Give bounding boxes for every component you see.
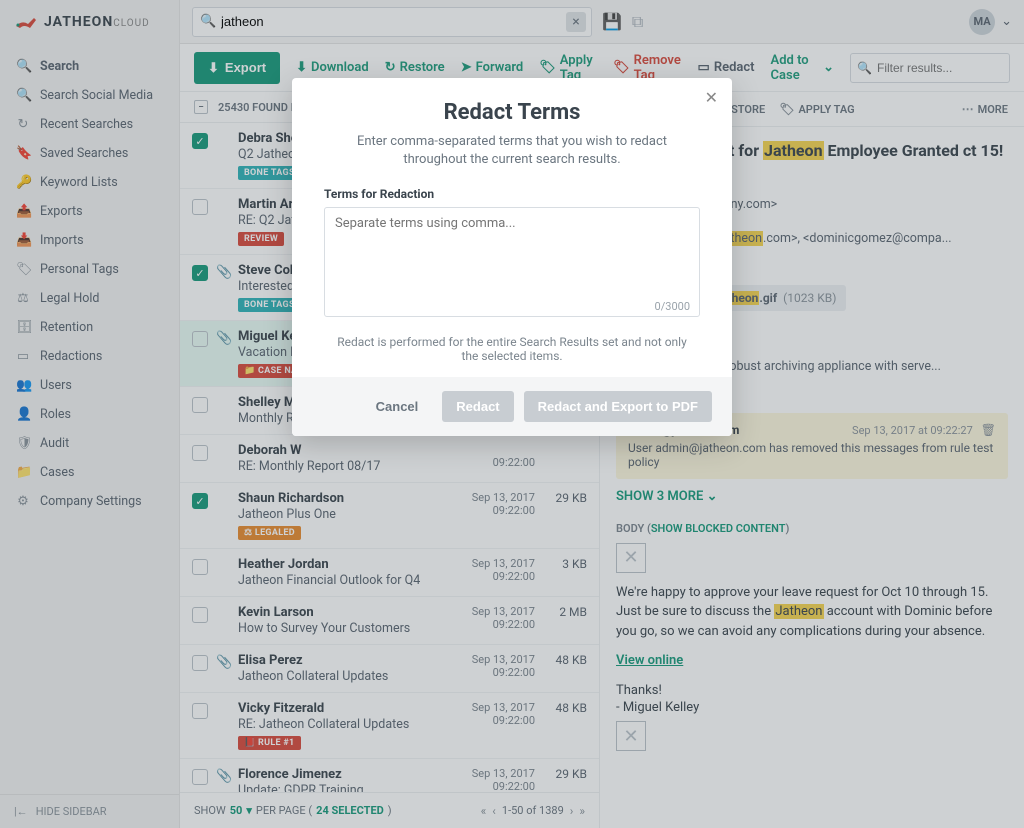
modal-close-icon[interactable]: ✕ (705, 88, 718, 107)
char-count: 0/3000 (655, 300, 690, 313)
redact-button[interactable]: Redact (442, 391, 513, 422)
modal-actions: Cancel Redact Redact and Export to PDF (292, 377, 732, 436)
redact-modal: ✕ Redact Terms Enter comma-separated ter… (292, 78, 732, 436)
modal-title: Redact Terms (324, 100, 700, 125)
modal-note: Redact is performed for the entire Searc… (292, 321, 732, 377)
modal-subtitle: Enter comma-separated terms that you wis… (324, 133, 700, 169)
terms-textarea[interactable] (324, 207, 700, 317)
modal-overlay[interactable]: ✕ Redact Terms Enter comma-separated ter… (0, 0, 1024, 828)
cancel-button[interactable]: Cancel (362, 391, 433, 422)
redact-export-button[interactable]: Redact and Export to PDF (524, 391, 712, 422)
terms-label: Terms for Redaction (324, 187, 700, 201)
